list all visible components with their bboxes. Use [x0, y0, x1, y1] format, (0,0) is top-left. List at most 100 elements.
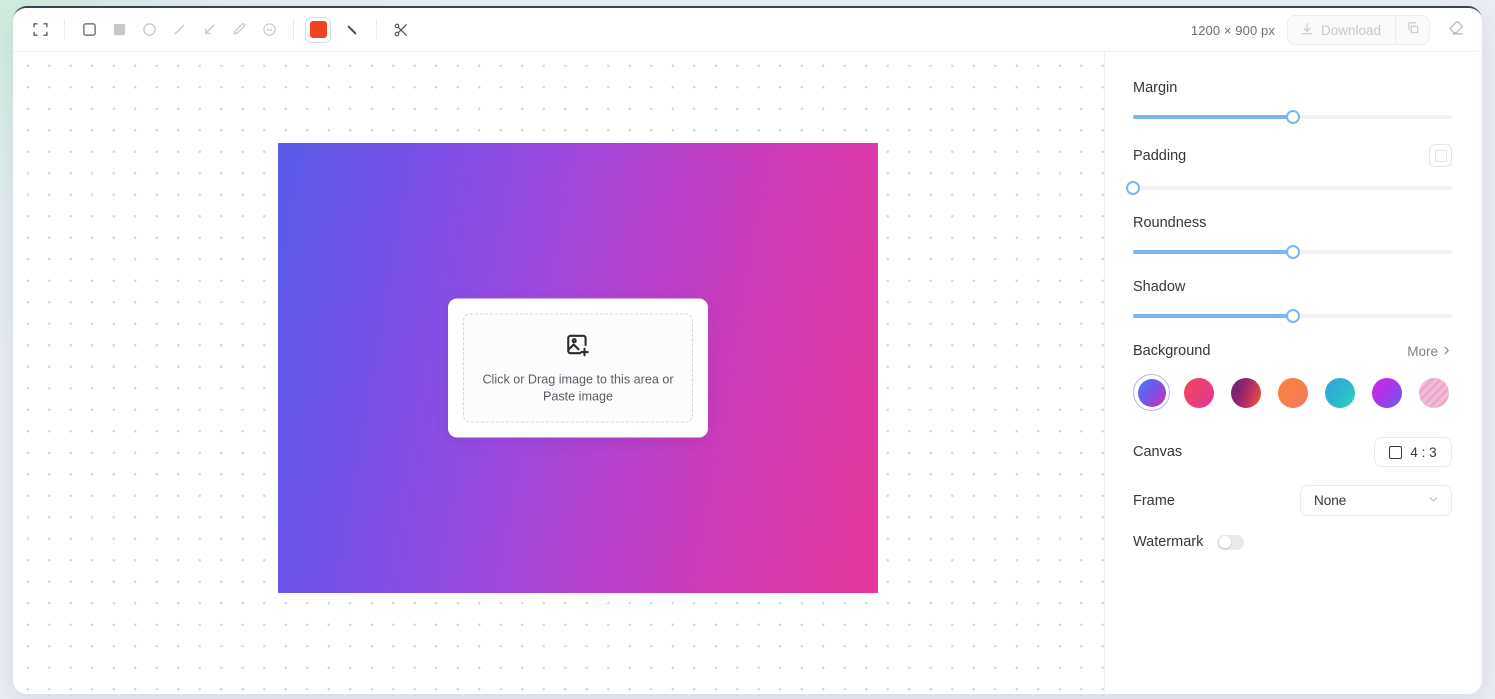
- square-outline-icon: [82, 22, 97, 37]
- margin-label: Margin: [1133, 80, 1178, 96]
- toolbar-group-style: [303, 15, 367, 45]
- frame-value: None: [1314, 493, 1347, 508]
- slider-fill: [1133, 250, 1293, 254]
- swatch-preview: [1230, 377, 1261, 408]
- shadow-header: Shadow: [1133, 279, 1452, 295]
- padding-setting: Padding: [1126, 144, 1452, 195]
- image-dimensions-label: 1200 × 900 px: [1190, 22, 1275, 38]
- crop-tool-button[interactable]: [25, 15, 55, 45]
- settings-panel: Margin Padding Roundness Shadow Backgrou…: [1105, 52, 1482, 694]
- clear-canvas-button[interactable]: [1442, 16, 1470, 44]
- background-swatch-orange-salmon[interactable]: [1274, 374, 1311, 411]
- copy-icon: [1406, 21, 1420, 40]
- swatch-preview: [1324, 377, 1355, 408]
- download-button[interactable]: Download: [1288, 16, 1395, 44]
- background-swatch-blue-teal[interactable]: [1321, 374, 1358, 411]
- canvas-ratio-button[interactable]: 4 : 3: [1374, 437, 1452, 467]
- brush-icon: [344, 22, 360, 38]
- slider-track: [1133, 186, 1452, 190]
- watermark-toggle[interactable]: [1217, 534, 1245, 550]
- margin-slider[interactable]: [1133, 110, 1452, 124]
- watermark-label: Watermark: [1133, 534, 1204, 550]
- download-icon: [1300, 22, 1314, 39]
- swatch-preview: [1137, 378, 1166, 407]
- line-icon: [172, 22, 187, 37]
- slider-thumb[interactable]: [1285, 110, 1300, 124]
- background-header: Background More: [1133, 343, 1452, 359]
- swatch-preview: [1183, 377, 1214, 408]
- dropzone-text: Click or Drag image to this area or Past…: [478, 371, 678, 405]
- background-swatch-red-pink-magenta[interactable]: [1180, 374, 1217, 411]
- toolbar-divider: [376, 18, 377, 41]
- slider-fill: [1133, 314, 1293, 318]
- padding-header: Padding: [1133, 144, 1452, 167]
- roundness-slider[interactable]: [1133, 245, 1452, 259]
- emoji-icon: [262, 22, 277, 37]
- square-outline-icon: [1389, 445, 1403, 459]
- pencil-tool-button[interactable]: [224, 15, 254, 45]
- watermark-row: Watermark: [1133, 534, 1452, 550]
- swatch-preview: [1371, 377, 1402, 408]
- rectangle-tool-button[interactable]: [74, 15, 104, 45]
- roundness-setting: Roundness: [1133, 215, 1452, 259]
- image-plus-icon: [565, 331, 591, 362]
- background-swatch-list: [1133, 374, 1452, 411]
- download-label: Download: [1320, 22, 1381, 38]
- margin-setting: Margin: [1133, 80, 1452, 124]
- canvas-area[interactable]: Click or Drag image to this area or Past…: [13, 52, 1105, 694]
- gradient-canvas[interactable]: Click or Drag image to this area or Past…: [278, 143, 878, 593]
- arrow-tool-button[interactable]: [194, 15, 224, 45]
- crop-frame-icon: [32, 21, 49, 38]
- drop-card: Click or Drag image to this area or Past…: [448, 298, 708, 438]
- frame-label: Frame: [1133, 492, 1175, 509]
- toolbar-divider: [64, 18, 65, 41]
- background-swatch-purple-orange[interactable]: [1227, 374, 1264, 411]
- toggle-knob: [1218, 536, 1231, 548]
- toolbar-divider: [293, 18, 294, 41]
- frame-select[interactable]: None: [1300, 485, 1452, 516]
- margin-header: Margin: [1133, 80, 1452, 96]
- ellipse-tool-button[interactable]: [134, 15, 164, 45]
- shadow-setting: Shadow: [1133, 279, 1452, 323]
- slider-thumb[interactable]: [1126, 181, 1140, 195]
- more-label: More: [1407, 343, 1438, 359]
- padding-slider[interactable]: [1126, 181, 1452, 195]
- color-swatch-button[interactable]: [305, 16, 331, 43]
- cut-button[interactable]: [386, 15, 416, 45]
- background-swatch-pink-texture[interactable]: [1415, 374, 1452, 411]
- stroke-width-button[interactable]: [337, 15, 367, 45]
- square-filled-icon: [112, 22, 127, 37]
- filled-rectangle-tool-button[interactable]: [104, 15, 134, 45]
- image-dropzone[interactable]: Click or Drag image to this area or Past…: [463, 313, 693, 423]
- chevron-down-icon: [1427, 493, 1440, 509]
- color-swatch-preview: [309, 21, 327, 38]
- chevron-right-icon: [1441, 344, 1452, 359]
- app-content: Click or Drag image to this area or Past…: [13, 52, 1482, 694]
- emoji-tool-button[interactable]: [254, 15, 284, 45]
- background-more-button[interactable]: More: [1407, 344, 1452, 359]
- frame-row: Frame None: [1133, 485, 1452, 516]
- slider-thumb[interactable]: [1285, 309, 1300, 323]
- canvas-ratio-value: 4 : 3: [1410, 444, 1437, 460]
- arrow-icon: [202, 22, 217, 37]
- background-swatch-blue-violet-magenta[interactable]: [1133, 374, 1170, 411]
- padding-shape-button[interactable]: [1429, 144, 1452, 167]
- swatch-preview: [1277, 377, 1308, 408]
- circle-outline-icon: [142, 22, 157, 37]
- canvas-ratio-row: Canvas 4 : 3: [1133, 437, 1452, 467]
- download-button-group: Download: [1286, 15, 1430, 45]
- slider-thumb[interactable]: [1285, 245, 1300, 259]
- copy-button[interactable]: [1395, 16, 1429, 44]
- canvas-label: Canvas: [1133, 444, 1183, 460]
- toolbar-right-group: 1200 × 900 px Download: [1191, 8, 1470, 52]
- square-outline-icon: [1434, 149, 1447, 162]
- background-swatch-magenta-violet[interactable]: [1368, 374, 1405, 411]
- line-tool-button[interactable]: [164, 15, 194, 45]
- pencil-icon: [232, 22, 247, 37]
- shadow-slider[interactable]: [1133, 309, 1452, 323]
- toolbar: 1200 × 900 px Download: [13, 8, 1482, 52]
- eraser-icon: [1448, 19, 1465, 41]
- padding-label: Padding: [1133, 147, 1187, 164]
- slider-fill: [1133, 115, 1293, 119]
- swatch-preview: [1418, 377, 1449, 408]
